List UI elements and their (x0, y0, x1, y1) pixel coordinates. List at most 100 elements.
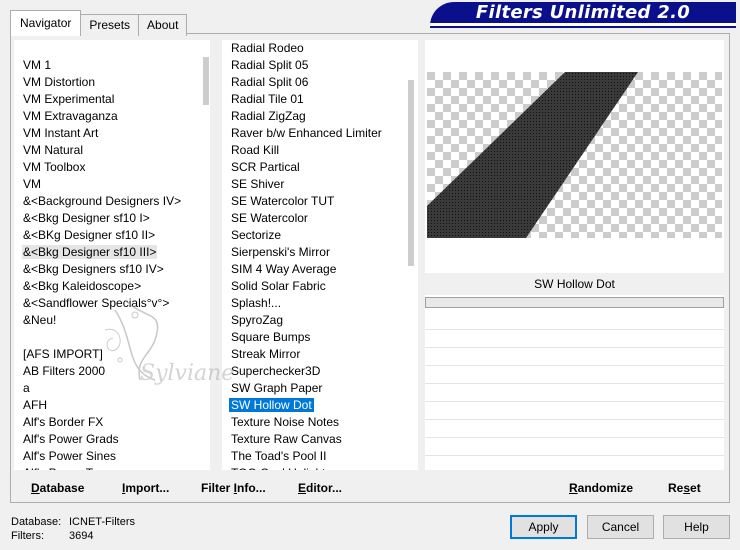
category-list-item[interactable]: &<Sandflower Specials°v°> (14, 295, 169, 312)
filter-list-item[interactable]: Square Bumps (222, 329, 310, 346)
category-list-scrollbar[interactable] (203, 57, 209, 105)
category-list-item[interactable]: VM Natural (14, 142, 83, 159)
help-button[interactable]: Help (663, 515, 730, 539)
category-list-item[interactable]: &<Bkg Designer sf10 I> (14, 210, 150, 227)
filter-list-item[interactable]: SW Graph Paper (222, 380, 322, 397)
filter-list-item-label: Square Bumps (231, 330, 311, 344)
category-list-item-label: AB Filters 2000 (23, 364, 106, 378)
category-list-item-label: VM Experimental (23, 92, 115, 106)
filter-info-button[interactable]: Filter Info... (201, 477, 266, 499)
filter-list-item-label: Road Kill (231, 143, 280, 157)
apply-button[interactable]: Apply (510, 515, 577, 539)
category-list-item[interactable]: AB Filters 2000 (14, 363, 105, 380)
category-list-item-label: &<Background Designers IV> (23, 194, 182, 208)
category-list-item[interactable]: VM (14, 176, 41, 193)
filter-list-item[interactable]: Radial Split 05 (222, 57, 308, 74)
tab-presets[interactable]: Presets (80, 14, 140, 36)
filter-list-item[interactable]: TOO Cool Uplight (222, 465, 325, 470)
filter-list-item[interactable]: Radial ZigZag (222, 108, 306, 125)
category-list-item-label: AFH (23, 398, 47, 412)
filter-list-item[interactable]: Radial Tile 01 (222, 91, 304, 108)
category-list-item[interactable]: &<Background Designers IV> (14, 193, 181, 210)
category-list-item[interactable]: VM Distortion (14, 74, 95, 91)
filter-list-item-label: Radial Split 05 (231, 58, 309, 72)
category-list-item[interactable]: a (14, 380, 30, 397)
filter-list-item[interactable]: Radial Rodeo (222, 40, 304, 57)
database-status: Database: ICNET-Filters (11, 516, 135, 528)
tab-navigator[interactable]: Navigator (10, 10, 82, 36)
category-list-item[interactable]: &Neu! (14, 312, 56, 329)
banner-title: Filters Unlimited 2.0 (475, 2, 691, 23)
category-list[interactable]: VM 1 VM Distortion VM Experimental VM Extra… (14, 40, 210, 470)
import-button[interactable]: Import... (122, 477, 169, 499)
category-list-item[interactable]: VM Instant Art (14, 125, 98, 142)
editor-button[interactable]: Editor... (298, 477, 342, 499)
category-list-item[interactable]: Alf's Power Sines (14, 448, 116, 465)
filter-list-item[interactable]: Road Kill (222, 142, 279, 159)
filter-list-scrollbar[interactable] (408, 80, 414, 266)
filter-list-item[interactable]: SIM 4 Way Average (222, 261, 336, 278)
filter-list-item-label: SE Shiver (231, 177, 285, 191)
filter-preview-image (427, 72, 722, 238)
category-list-item-label: &<Sandflower Specials°v°> (23, 296, 170, 310)
category-list-item-label: Alf's Border FX (23, 415, 104, 429)
category-list-item[interactable]: &<BKg Designer sf10 II> (14, 227, 155, 244)
filter-list-item[interactable]: Sierpenski's Mirror (222, 244, 330, 261)
filter-list-item[interactable]: Sectorize (222, 227, 281, 244)
category-list-item[interactable]: AFH (14, 397, 47, 414)
randomize-button[interactable]: Randomize (569, 477, 633, 499)
filter-list-item-label: Solid Solar Fabric (231, 279, 326, 293)
category-list-item[interactable]: VM Experimental (14, 91, 114, 108)
filter-list-item[interactable]: SpyroZag (222, 312, 283, 329)
filter-list-item[interactable]: SE Shiver (222, 176, 284, 193)
category-list-item-label: VM (23, 177, 41, 191)
category-list-item-label: VM Natural (23, 143, 84, 157)
filter-list-item[interactable]: Splash!... (222, 295, 281, 312)
filter-list-item[interactable]: Solid Solar Fabric (222, 278, 326, 295)
filter-list-item-label: Radial Rodeo (231, 41, 304, 55)
category-list-item[interactable]: &<Bkg Kaleidoscope> (14, 278, 141, 295)
category-list-item-label: VM 1 (23, 58, 52, 72)
parameter-slider[interactable] (425, 297, 724, 308)
filter-list-item-label: Raver b/w Enhanced Limiter (231, 126, 382, 140)
filter-list-item[interactable]: SE Watercolor TUT (222, 193, 334, 210)
category-list-item[interactable]: &<Bkg Designer sf10 III> (14, 244, 158, 261)
tab-bar: Navigator Presets About (10, 10, 188, 36)
selected-filter-label: SW Hollow Dot (425, 273, 724, 295)
filter-list-item[interactable]: Streak Mirror (222, 346, 300, 363)
filter-list-item[interactable]: Superchecker3D (222, 363, 320, 380)
filter-list-item-label: Streak Mirror (231, 347, 301, 361)
category-list-item-label: &<Bkg Designer sf10 III> (22, 245, 158, 259)
database-button[interactable]: Database (31, 477, 84, 499)
filter-list-item[interactable]: Raver b/w Enhanced Limiter (222, 125, 382, 142)
category-list-item[interactable]: VM Extravaganza (14, 108, 118, 125)
category-list-item[interactable]: [AFS IMPORT] (14, 346, 103, 363)
category-list-item[interactable]: VM 1 (14, 57, 51, 74)
filter-list-item[interactable]: Radial Split 06 (222, 74, 308, 91)
filter-list-item[interactable]: SE Watercolor (222, 210, 308, 227)
category-list-item-label: VM Instant Art (23, 126, 99, 140)
filter-list-item[interactable]: Texture Noise Notes (222, 414, 339, 431)
filter-list-item-label: TOO Cool Uplight (231, 466, 325, 470)
filter-list-item[interactable]: SW Hollow Dot (222, 397, 315, 414)
category-list-item-label: &Neu! (23, 313, 57, 327)
filter-list-item[interactable]: SCR Partical (222, 159, 300, 176)
filter-list-item[interactable]: Texture Raw Canvas (222, 431, 342, 448)
filter-list-item-label: The Toad's Pool II (231, 449, 327, 463)
category-list-item[interactable]: VM Toolbox (14, 159, 85, 176)
category-list-item[interactable]: Alf's Power Toys (14, 465, 110, 470)
tab-about[interactable]: About (138, 14, 188, 36)
filter-list-item[interactable]: The Toad's Pool II (222, 448, 326, 465)
category-list-item[interactable] (14, 329, 23, 346)
cancel-button[interactable]: Cancel (587, 515, 654, 539)
filter-list-item-label: SE Watercolor TUT (231, 194, 335, 208)
reset-button[interactable]: Reset (668, 477, 701, 499)
category-list-item-label: &<BKg Designer sf10 II> (23, 228, 156, 242)
category-list-item[interactable]: Alf's Power Grads (14, 431, 119, 448)
app-banner: Filters Unlimited 2.0 (430, 2, 736, 26)
filter-list[interactable]: Radial Rodeo Radial Split 05 Radial Split … (222, 40, 418, 470)
category-list-item[interactable]: Alf's Border FX (14, 414, 103, 431)
filter-list-item-label: Texture Noise Notes (231, 415, 340, 429)
category-list-item[interactable]: &<Bkg Designers sf10 IV> (14, 261, 164, 278)
category-list-item-label: Alf's Power Sines (23, 449, 116, 463)
